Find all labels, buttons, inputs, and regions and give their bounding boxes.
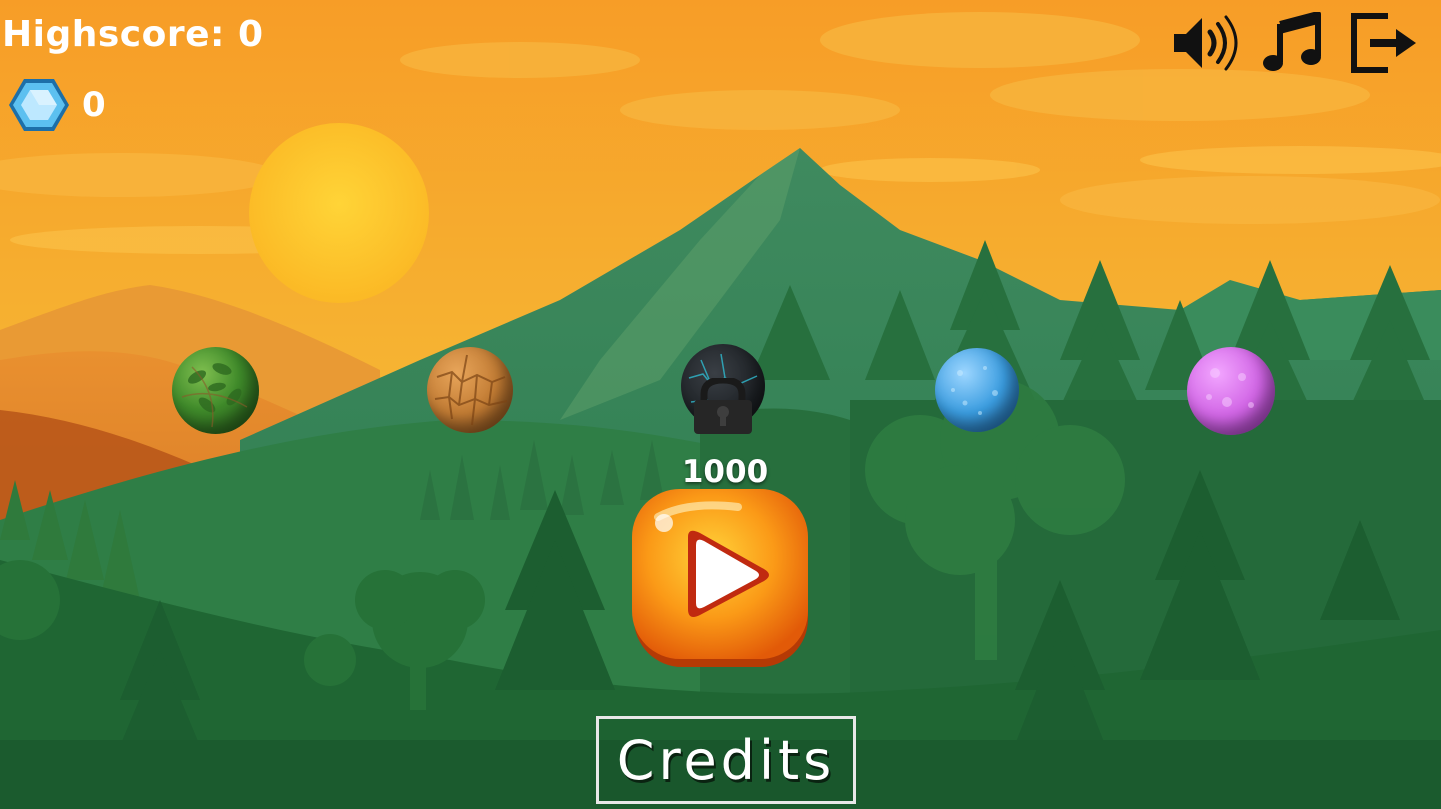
speaker-icon[interactable] — [1170, 12, 1246, 74]
ice-texture — [951, 366, 998, 415]
hexagon-gem-icon — [9, 79, 69, 131]
rock-ball[interactable] — [427, 347, 513, 433]
music-note-icon[interactable] — [1262, 12, 1326, 74]
leaf-texture — [181, 363, 248, 428]
gems-count: 0 — [82, 85, 106, 125]
credits-button[interactable]: Credits — [596, 716, 856, 804]
play-button[interactable] — [628, 487, 814, 671]
magic-texture — [1206, 368, 1254, 408]
sun — [249, 123, 429, 303]
exit-door-icon[interactable] — [1348, 12, 1422, 74]
cracked-texture — [434, 354, 508, 426]
ball-price-label: 1000 — [681, 454, 769, 490]
leaf-ball[interactable] — [172, 347, 259, 434]
padlock-icon — [694, 378, 752, 434]
gems-counter: 0 — [8, 76, 106, 134]
highscore-label: Highscore: 0 — [2, 14, 264, 55]
magic-ball[interactable] — [1187, 347, 1275, 435]
ice-ball[interactable] — [935, 348, 1019, 432]
